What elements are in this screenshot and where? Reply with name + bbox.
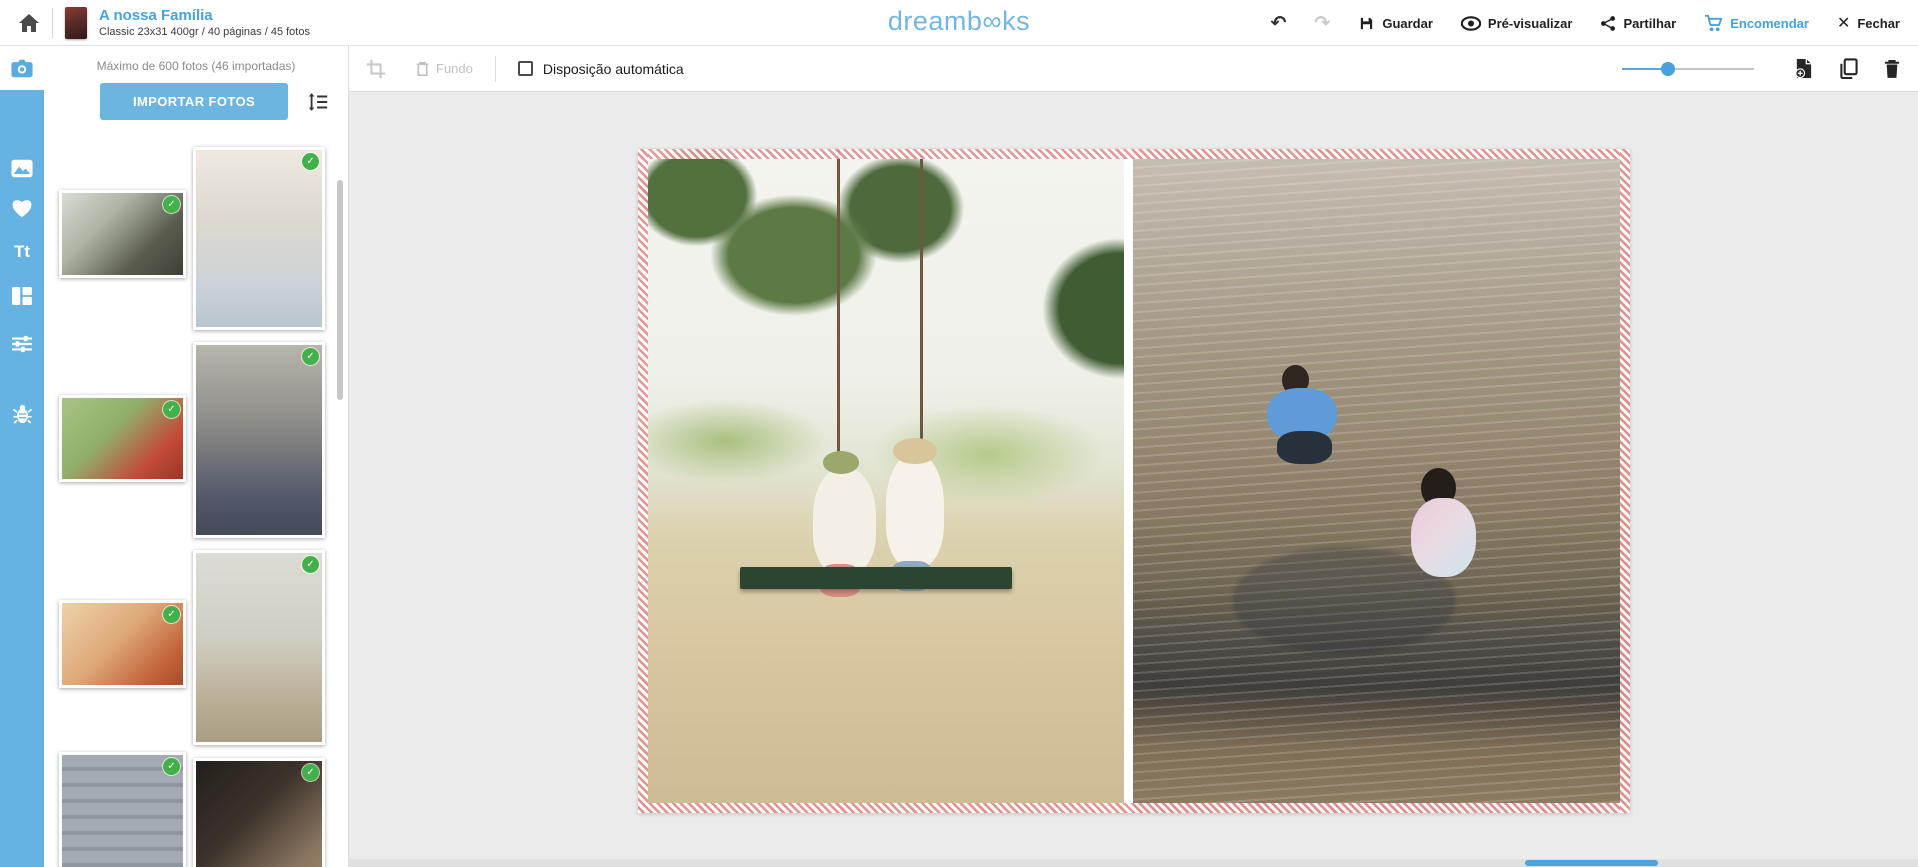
page-spread[interactable] (638, 149, 1630, 813)
rail-tab-adjustments[interactable] (0, 322, 44, 366)
images-icon (11, 159, 33, 178)
sort-order-icon (307, 91, 329, 113)
close-icon: ✕ (1837, 13, 1850, 33)
photo-thumbnail-father-child-winter[interactable]: ✓ (59, 190, 186, 278)
home-button[interactable] (14, 8, 44, 38)
crop-icon (365, 58, 387, 80)
selected-check-icon: ✓ (302, 153, 319, 170)
book-title[interactable]: A nossa Família (99, 7, 310, 25)
rail-tab-favorites[interactable] (0, 186, 44, 230)
auto-layout-checkbox[interactable] (518, 61, 533, 76)
bleed-margin-left (638, 149, 648, 813)
duplicate-icon (1839, 58, 1858, 79)
share-label: Partilhar (1623, 16, 1676, 31)
tool-rail: Tt (0, 46, 44, 867)
share-button[interactable]: Partilhar (1600, 15, 1676, 32)
infinity-logo-icon: ∞ (982, 6, 1002, 36)
photo-thumbnail-birthday-party-hats[interactable]: ✓ (59, 600, 186, 688)
preview-label: Pré-visualizar (1488, 16, 1573, 31)
import-photos-button[interactable]: IMPORTAR FOTOS (100, 83, 288, 120)
right-page-photo[interactable] (1133, 149, 1630, 813)
undo-icon: ↶ (1270, 12, 1286, 35)
photo-thumbnail-mother-toddler-beach-kiss[interactable]: ✓ (193, 147, 325, 330)
favorites-heart-icon (11, 198, 33, 218)
eye-icon (1461, 16, 1481, 31)
selected-check-icon: ✓ (163, 758, 180, 775)
left-page-photo[interactable] (638, 149, 1124, 813)
photo-limit-label: Máximo de 600 fotos (46 importadas) (44, 59, 348, 73)
delete-background-button[interactable]: Fundo (415, 60, 473, 77)
bleed-margin-right (1620, 149, 1630, 813)
canvas-scrollbar-thumb[interactable] (1525, 860, 1658, 866)
background-label: Fundo (436, 61, 473, 76)
trash-icon (1884, 59, 1900, 79)
zoom-slider[interactable] (1622, 62, 1754, 76)
book-subtitle: Classic 23x31 400gr / 40 páginas / 45 fo… (99, 25, 310, 39)
trash-outline-icon (415, 60, 430, 77)
close-button[interactable]: ✕ Fechar (1837, 13, 1900, 33)
add-page-icon (1794, 58, 1813, 79)
selected-check-icon: ✓ (302, 556, 319, 573)
photo-thumbnail-mother-child-park[interactable]: ✓ (59, 395, 186, 482)
book-info: A nossa Família Classic 23x31 400gr / 40… (99, 7, 310, 39)
rail-tab-photos[interactable] (0, 46, 44, 90)
adjustments-icon (12, 335, 32, 353)
canvas-toolbar: Fundo Disposição automática (349, 46, 1918, 92)
top-bar: A nossa Família Classic 23x31 400gr / 40… (0, 0, 1918, 46)
bleed-margin-bottom (638, 803, 1630, 813)
text-icon: Tt (14, 242, 30, 262)
cart-icon (1704, 15, 1723, 32)
divider (495, 56, 496, 82)
selected-check-icon: ✓ (163, 606, 180, 623)
photos-panel: Máximo de 600 fotos (46 importadas) IMPO… (44, 46, 349, 867)
photo-girls-on-swing (638, 149, 1124, 813)
order-label: Encomendar (1730, 16, 1809, 31)
preview-button[interactable]: Pré-visualizar (1461, 16, 1573, 31)
rail-tab-bug-report[interactable] (0, 392, 44, 436)
rail-tab-images[interactable] (0, 146, 44, 190)
redo-icon: ↷ (1314, 12, 1330, 35)
redo-button[interactable]: ↷ (1314, 12, 1330, 35)
rail-tab-text[interactable]: Tt (0, 230, 44, 274)
crop-button[interactable] (365, 58, 387, 80)
zoom-slider-thumb[interactable] (1661, 62, 1675, 76)
delete-page-button[interactable] (1884, 59, 1900, 79)
bug-icon (13, 404, 32, 424)
undo-button[interactable]: ↶ (1270, 12, 1286, 35)
save-label: Guardar (1382, 16, 1433, 31)
close-label: Fechar (1857, 16, 1900, 31)
add-page-button[interactable] (1794, 58, 1813, 79)
divider (52, 8, 53, 38)
rail-tab-layouts[interactable] (0, 274, 44, 318)
share-icon (1600, 15, 1616, 32)
photo-thumbnail-couple-winter-hats[interactable]: ✓ (193, 758, 325, 867)
selected-check-icon: ✓ (302, 348, 319, 365)
photo-children-at-shore (1133, 149, 1630, 813)
editor-canvas[interactable] (349, 92, 1918, 867)
selected-check-icon: ✓ (163, 196, 180, 213)
photo-thumbnail-family-hug-striped[interactable]: ✓ (193, 342, 325, 538)
photo-thumbnail-person-sitting-beach[interactable]: ✓ (193, 550, 325, 745)
panel-scrollbar[interactable] (337, 180, 343, 400)
auto-layout-label: Disposição automática (543, 61, 684, 77)
photo-thumbnail-mother-baby-gray-wall[interactable]: ✓ (59, 752, 186, 867)
layouts-icon (12, 287, 32, 305)
auto-layout-toggle[interactable]: Disposição automática (518, 61, 684, 77)
order-button[interactable]: Encomendar (1704, 15, 1809, 32)
selected-check-icon: ✓ (302, 764, 319, 781)
save-button[interactable]: Guardar (1358, 15, 1433, 32)
bleed-margin-top (638, 149, 1630, 159)
home-icon (17, 11, 41, 35)
book-cover-thumbnail[interactable] (65, 7, 87, 39)
selected-check-icon: ✓ (163, 401, 180, 418)
canvas-horizontal-scrollbar[interactable] (349, 859, 1918, 867)
save-icon (1358, 15, 1375, 32)
duplicate-page-button[interactable] (1839, 58, 1858, 79)
sort-photos-button[interactable] (304, 88, 332, 116)
camera-icon (11, 59, 33, 78)
